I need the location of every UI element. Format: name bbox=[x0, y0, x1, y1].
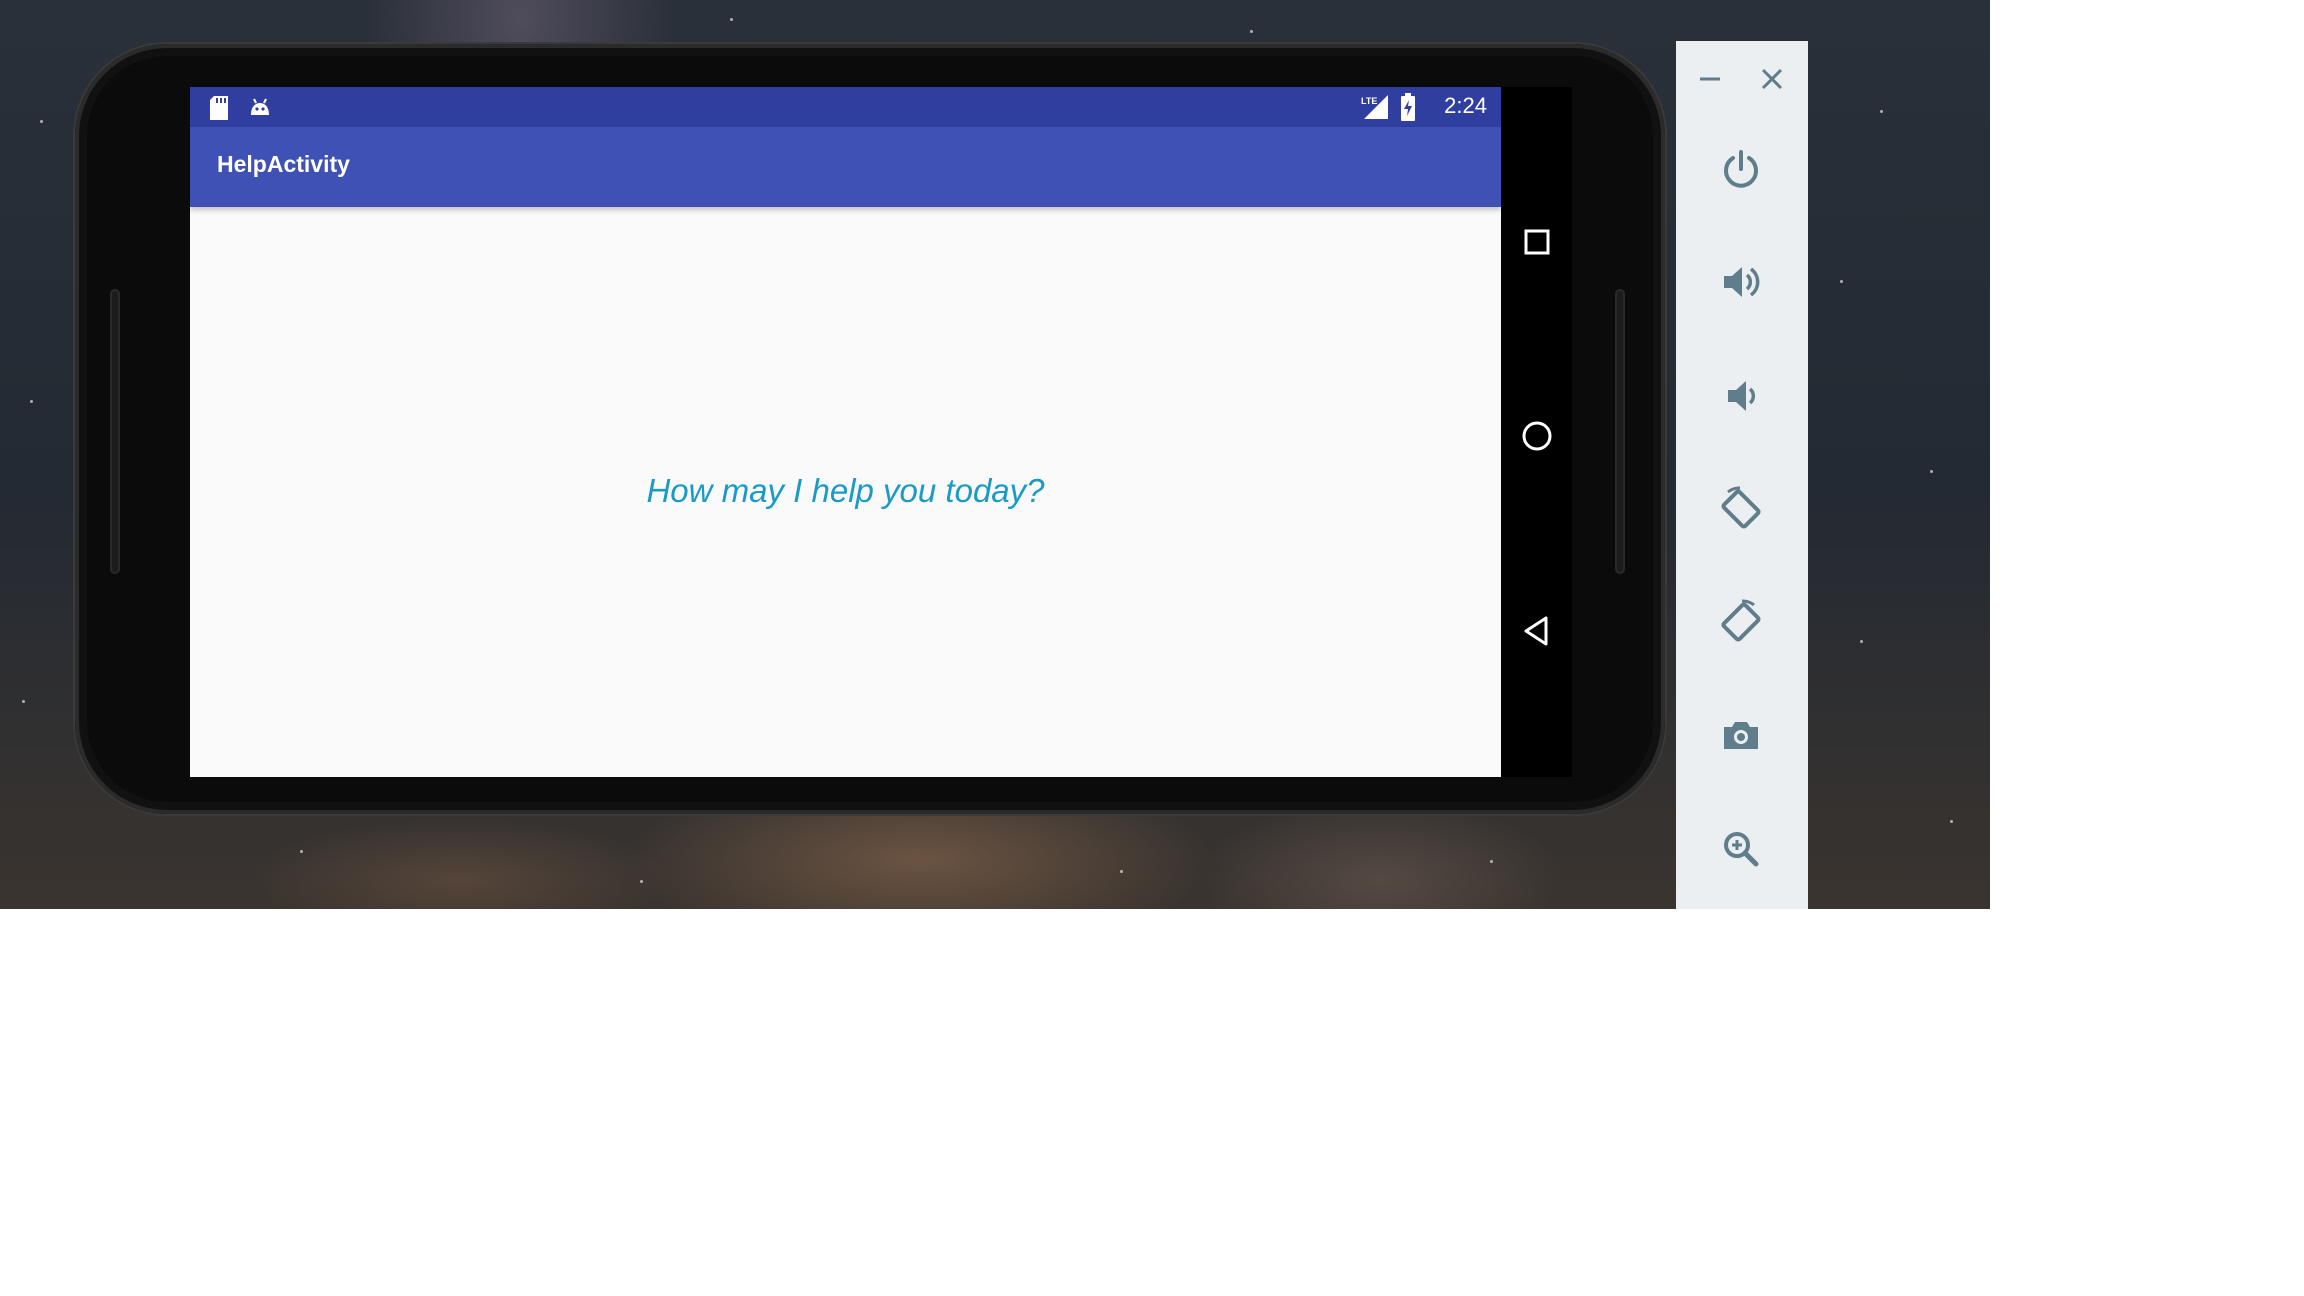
rotate-left-icon[interactable] bbox=[1716, 484, 1766, 534]
zoom-icon[interactable] bbox=[1716, 824, 1766, 874]
battery-charging-icon bbox=[1400, 93, 1416, 125]
device-screen[interactable]: LTE 2:24 HelpActivity How may I help you… bbox=[190, 87, 1501, 777]
app-title: HelpActivity bbox=[217, 151, 350, 177]
back-icon[interactable] bbox=[1518, 612, 1556, 650]
power-icon[interactable] bbox=[1716, 144, 1766, 194]
navigation-bar bbox=[1501, 87, 1572, 777]
recents-icon[interactable] bbox=[1518, 223, 1556, 261]
status-time: 2:24 bbox=[1444, 93, 1487, 118]
lte-signal-icon: LTE bbox=[1360, 93, 1390, 125]
left-speaker-slot bbox=[110, 289, 120, 574]
rotate-right-icon[interactable] bbox=[1716, 597, 1766, 647]
camera-icon[interactable] bbox=[1716, 711, 1766, 761]
sd-card-icon bbox=[208, 95, 230, 125]
right-speaker-slot bbox=[1615, 289, 1625, 574]
status-bar: LTE 2:24 bbox=[190, 87, 1501, 127]
emulator-toolbar bbox=[1676, 41, 1808, 909]
app-toolbar: HelpActivity bbox=[190, 127, 1501, 207]
close-icon[interactable] bbox=[1754, 61, 1790, 97]
volume-down-icon[interactable] bbox=[1716, 371, 1766, 421]
home-icon[interactable] bbox=[1518, 417, 1556, 455]
minimize-icon[interactable] bbox=[1692, 61, 1728, 97]
android-debug-icon bbox=[248, 95, 272, 123]
help-message: How may I help you today? bbox=[646, 472, 1045, 509]
volume-up-icon[interactable] bbox=[1716, 257, 1766, 307]
svg-text:LTE: LTE bbox=[1361, 96, 1377, 106]
